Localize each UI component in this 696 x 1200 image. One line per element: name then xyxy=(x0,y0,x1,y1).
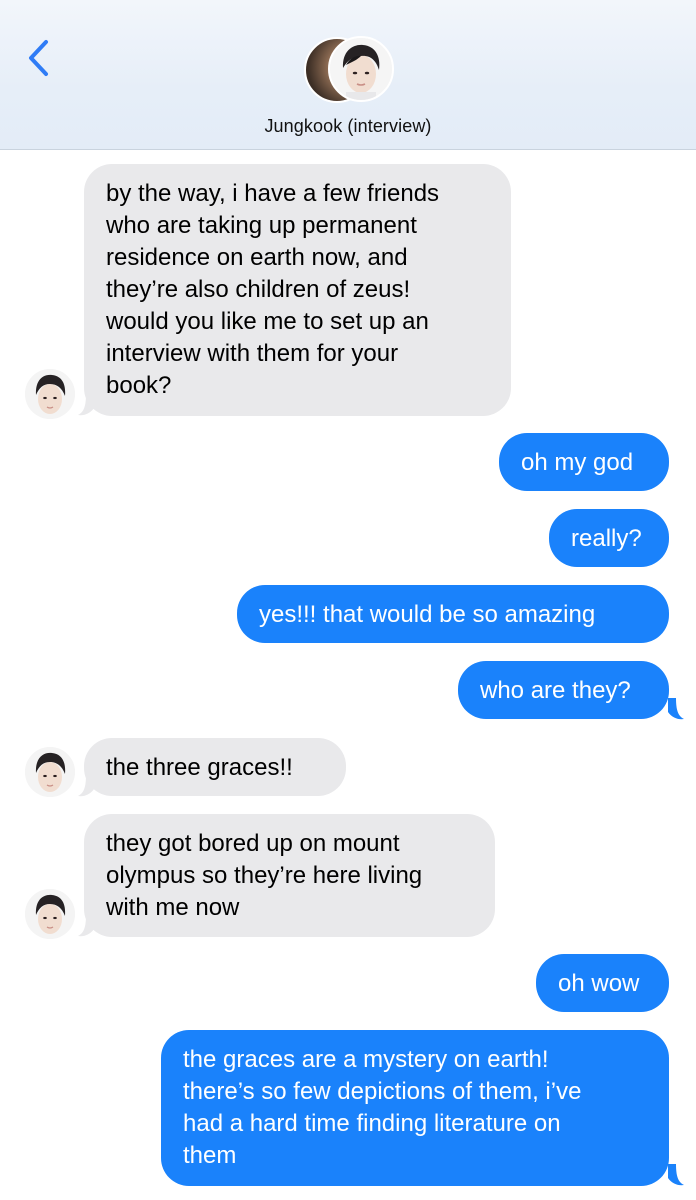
message-text: the three graces!! xyxy=(106,754,293,781)
message-bubble-received[interactable]: they got bored up on mount olympus so th… xyxy=(84,814,495,937)
bubble-tail xyxy=(668,1164,684,1186)
message-bubble-received[interactable]: the three graces!! xyxy=(84,738,346,796)
bubble-tail xyxy=(668,698,684,720)
message-bubble-sent[interactable]: yes!!! that would be so amazing xyxy=(237,585,669,643)
contact-avatar-primary xyxy=(328,36,394,102)
sender-avatar[interactable] xyxy=(25,369,75,419)
contact-avatar-group[interactable] xyxy=(304,36,396,106)
chevron-left-icon xyxy=(29,40,48,76)
message-bubble-sent[interactable]: really? xyxy=(549,509,669,567)
message-text: the graces are a mystery on earth! there… xyxy=(183,1046,582,1169)
sender-avatar[interactable] xyxy=(25,889,75,939)
message-text: they got bored up on mount olympus so th… xyxy=(106,830,423,921)
message-text: oh my god xyxy=(521,449,634,476)
back-button[interactable] xyxy=(18,36,58,80)
message-text: really? xyxy=(571,525,642,552)
message-bubble-sent[interactable]: oh my god xyxy=(499,433,669,491)
message-text: by the way, i have a few friends who are… xyxy=(106,180,440,399)
sender-avatar[interactable] xyxy=(25,747,75,797)
message-text: oh wow xyxy=(558,970,640,997)
message-bubble-sent[interactable]: who are they? xyxy=(458,661,669,719)
conversation-header: Jungkook (interview) xyxy=(0,0,696,150)
message-bubble-sent[interactable]: the graces are a mystery on earth! there… xyxy=(161,1030,669,1186)
message-bubble-sent[interactable]: oh wow xyxy=(536,954,669,1012)
contact-name[interactable]: Jungkook (interview) xyxy=(0,116,696,137)
message-bubble-received[interactable]: by the way, i have a few friends who are… xyxy=(84,164,511,416)
message-text: yes!!! that would be so amazing xyxy=(259,601,596,628)
message-text: who are they? xyxy=(480,677,631,704)
